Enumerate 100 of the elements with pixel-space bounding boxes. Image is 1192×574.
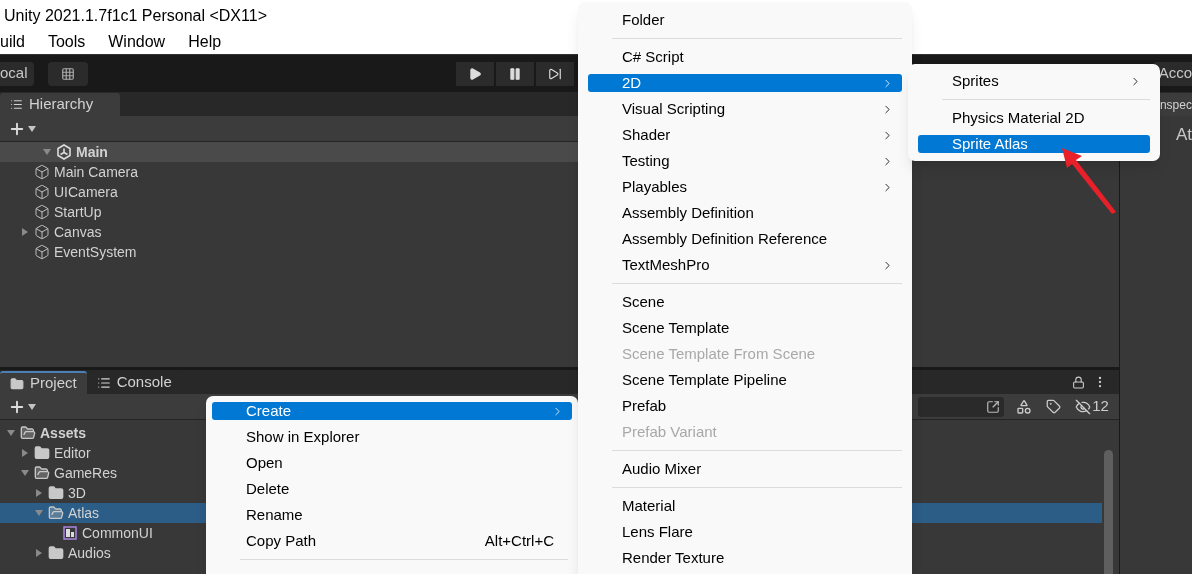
tree-row[interactable]: Main Camera (0, 162, 141, 182)
menu-item[interactable]: Show in Explorer (212, 428, 572, 446)
play-icon (467, 66, 482, 81)
grid-snap-icon (60, 66, 75, 81)
menu-item[interactable]: Prefab (588, 397, 902, 415)
tree-label: Editor (54, 443, 91, 463)
collapsed-arrow-icon[interactable] (20, 227, 30, 237)
menu-bar-item[interactable]: Window (108, 30, 166, 54)
scene-header-row[interactable]: Main (0, 142, 578, 162)
tag-icon[interactable] (1046, 399, 1062, 414)
unity-logo-icon (56, 144, 72, 160)
inspector-title: At (1174, 124, 1192, 146)
menu-item[interactable]: C# Script (588, 48, 902, 66)
tree-row[interactable]: Assets (0, 423, 88, 443)
expand-search-icon[interactable] (986, 399, 1001, 414)
tree-label: Main Camera (54, 162, 139, 182)
pause-icon (507, 66, 522, 81)
step-button[interactable] (535, 61, 574, 86)
folder-icon (20, 425, 36, 441)
grid-snap-button[interactable] (47, 61, 88, 86)
tree-label: 3D (68, 483, 86, 503)
list-icon (10, 98, 23, 111)
folder-icon (48, 505, 64, 521)
menu-item[interactable]: Shader (588, 126, 902, 144)
menu-bar-item[interactable]: Help (188, 30, 222, 54)
tree-label: StartUp (54, 202, 102, 222)
tree-label: CommonUI (82, 523, 153, 543)
collapsed-arrow-icon[interactable] (34, 488, 44, 498)
menu-item[interactable]: Physics Material 2D (918, 109, 1150, 127)
folder-icon (48, 485, 64, 501)
expanded-arrow-icon[interactable] (42, 147, 52, 157)
tree-row[interactable]: GameRes (0, 463, 120, 483)
cube-icon (34, 184, 50, 200)
menu-item[interactable]: Playables (588, 178, 902, 196)
menu-item[interactable]: Delete (212, 480, 572, 498)
folder-icon (10, 376, 24, 391)
lock-icon[interactable] (1071, 375, 1085, 389)
tree-row[interactable]: Atlas (0, 503, 206, 523)
hidden-toggle[interactable]: 12 (1075, 395, 1109, 418)
cube-icon (34, 244, 50, 260)
cube-icon (34, 224, 50, 240)
menu-item[interactable]: Lens Flare (588, 523, 902, 541)
cube-icon (34, 164, 50, 180)
tree-row[interactable]: UICamera (0, 182, 120, 202)
pivot-button[interactable]: ocal (0, 61, 34, 86)
window-title: Unity 2021.1.7f1c1 Personal <DX11> (4, 6, 267, 26)
folder-icon (34, 465, 50, 481)
expanded-arrow-icon[interactable] (6, 428, 16, 438)
list-icon (96, 375, 111, 390)
menu-item[interactable]: Open (212, 454, 572, 472)
menu-item[interactable]: Create (212, 402, 572, 420)
shapes-icon[interactable] (1016, 398, 1033, 415)
menu-item[interactable]: Sprite Atlas (918, 135, 1150, 153)
tree-row[interactable]: Canvas (0, 222, 104, 242)
tree-row[interactable]: StartUp (0, 202, 104, 222)
menu-item[interactable]: Rename (212, 506, 572, 524)
tree-label: EventSystem (54, 242, 137, 262)
menu-item[interactable]: Audio Mixer (588, 460, 902, 478)
menu-item[interactable]: Render Texture (588, 549, 902, 567)
tree-label: Atlas (68, 503, 100, 523)
tree-row[interactable]: EventSystem (0, 242, 139, 262)
menu-bar-item[interactable]: uild (0, 30, 25, 54)
menu-item[interactable]: Material (588, 497, 902, 515)
menu-item[interactable]: Testing (588, 152, 902, 170)
tree-label: Assets (40, 423, 86, 443)
menu-bar-item[interactable]: Tools (47, 30, 86, 54)
folder-icon (48, 545, 64, 561)
menu-item[interactable]: TextMeshPro (588, 256, 902, 274)
collapsed-arrow-icon[interactable] (20, 448, 30, 458)
tree-row[interactable]: CommonUI (0, 523, 155, 543)
tree-row[interactable]: Audios (0, 543, 113, 563)
search-field[interactable] (918, 396, 1005, 417)
inspector-tab[interactable]: nspec (1159, 93, 1192, 116)
caret-icon[interactable] (28, 403, 36, 410)
collapsed-arrow-icon[interactable] (34, 548, 44, 558)
tree-label: Main (76, 142, 108, 162)
hierarchy-tab[interactable]: Hierarchy (0, 93, 120, 116)
tree-label: GameRes (54, 463, 118, 483)
tree-row[interactable]: Editor (0, 443, 93, 463)
menu-item[interactable]: Assembly Definition (588, 204, 902, 222)
cube-icon (34, 204, 50, 220)
tree-label: Audios (68, 543, 111, 563)
menu-item[interactable]: Folder (588, 11, 902, 29)
panel-tab[interactable]: Project (0, 371, 87, 394)
folder-icon (34, 445, 50, 461)
caret-icon[interactable] (28, 125, 36, 132)
tree-label: Canvas (54, 222, 102, 242)
menu-item[interactable]: 2D (588, 74, 902, 92)
menu-item[interactable]: Scene (588, 293, 902, 311)
expanded-arrow-icon[interactable] (20, 468, 30, 478)
tree-row[interactable]: 3D (0, 483, 88, 503)
menu-item[interactable]: Visual Scripting (588, 100, 902, 118)
menu-item[interactable]: Scene Template Pipeline (588, 371, 902, 389)
pause-button[interactable] (495, 61, 534, 86)
menu-item[interactable]: Copy Path Alt+Ctrl+C (212, 532, 572, 550)
menu-item[interactable]: Assembly Definition Reference (588, 230, 902, 248)
sprite-atlas-icon (62, 525, 78, 541)
menu-item[interactable]: Sprites (918, 72, 1150, 90)
play-button[interactable] (455, 61, 494, 86)
menu-item[interactable]: Scene Template (588, 319, 902, 337)
